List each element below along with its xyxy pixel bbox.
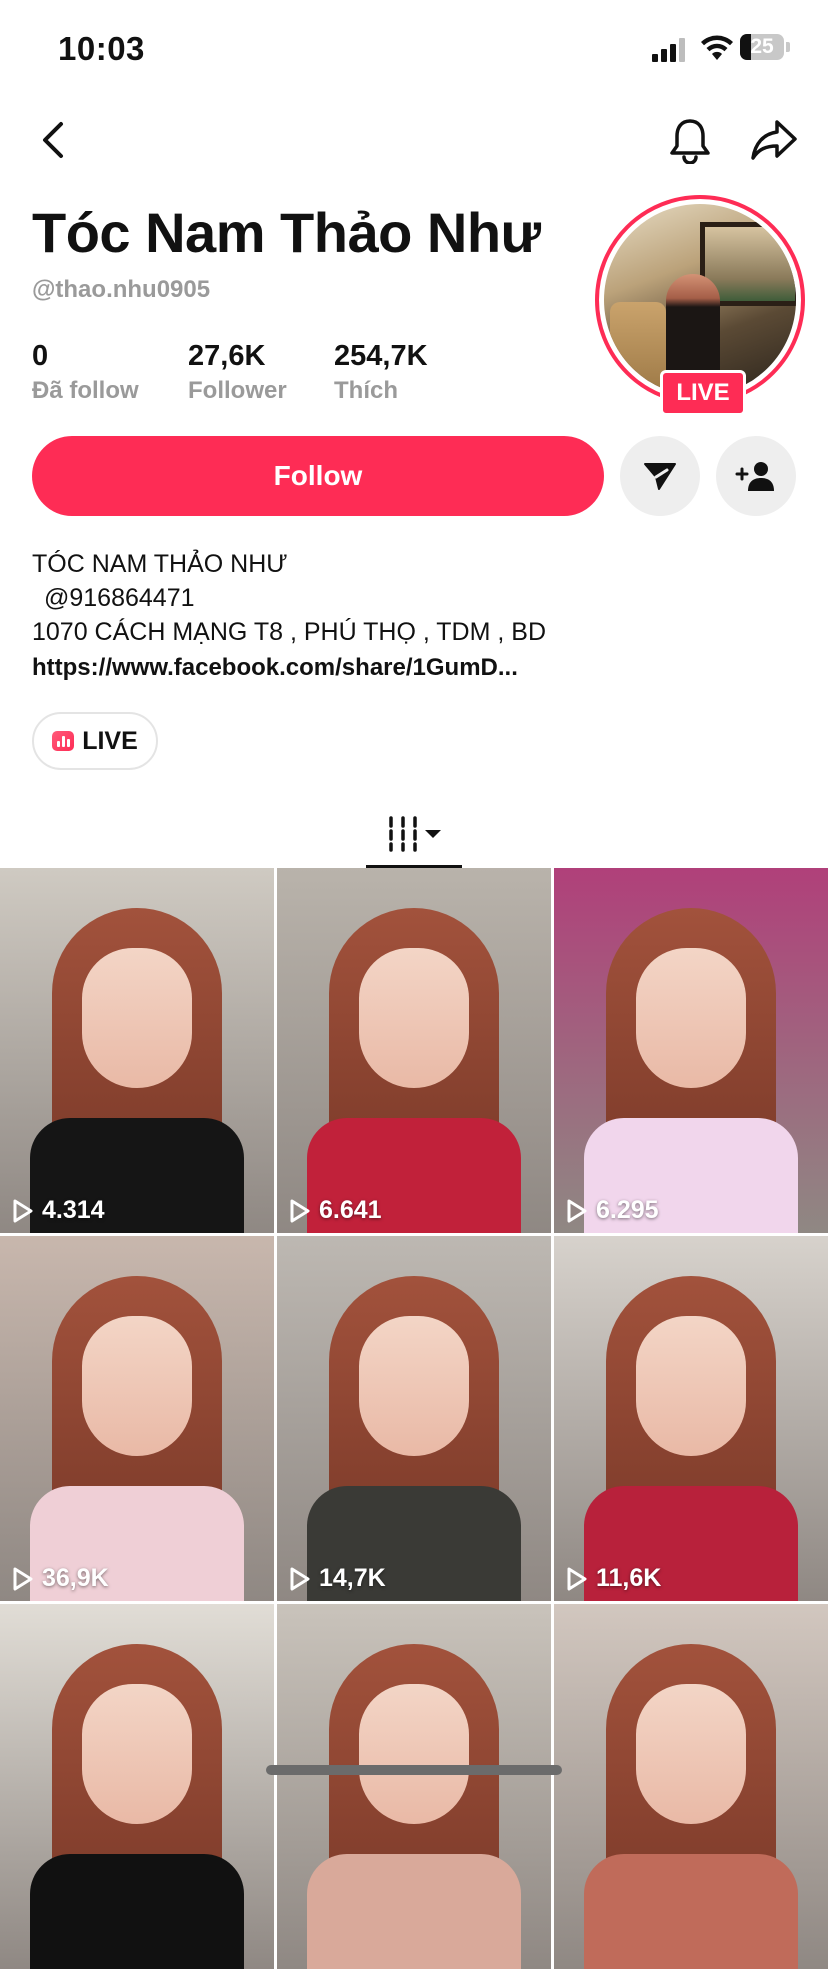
send-icon bbox=[644, 463, 676, 490]
thumbnail-face bbox=[359, 1316, 469, 1456]
thumbnail-outfit bbox=[30, 1854, 244, 1969]
live-badge[interactable]: LIVE bbox=[660, 370, 746, 416]
video-thumbnail[interactable]: 4.314 bbox=[0, 868, 274, 1233]
cellular-signal-icon bbox=[652, 38, 688, 62]
play-icon bbox=[13, 1199, 33, 1222]
bio-line: @916864471 bbox=[44, 584, 195, 612]
play-icon bbox=[13, 1567, 33, 1590]
battery-level: 25 bbox=[750, 35, 774, 58]
stat-label: Follower bbox=[188, 377, 287, 404]
avatar-image bbox=[604, 204, 796, 396]
bio-line: TÓC NAM THẢO NHƯ bbox=[32, 550, 288, 578]
chevron-left-icon bbox=[43, 122, 63, 158]
thumbnail-face bbox=[82, 948, 192, 1088]
video-thumbnail[interactable] bbox=[554, 1604, 828, 1969]
view-count-value: 11,6K bbox=[596, 1564, 662, 1592]
share-arrow-icon bbox=[751, 120, 797, 160]
view-count-value: 6.641 bbox=[319, 1196, 382, 1224]
view-count: 14,7K bbox=[289, 1564, 386, 1593]
live-chip[interactable]: LIVE bbox=[32, 712, 158, 770]
view-count-value: 6.295 bbox=[596, 1196, 659, 1224]
thumbnail-face bbox=[82, 1684, 192, 1824]
video-thumbnail[interactable]: 6.295 bbox=[554, 868, 828, 1233]
thumbnail-face bbox=[636, 948, 746, 1088]
home-indicator bbox=[266, 1765, 562, 1775]
share-button[interactable] bbox=[746, 112, 802, 168]
stat-following[interactable]: 0 Đã follow bbox=[32, 340, 139, 405]
view-count: 6.295 bbox=[566, 1196, 659, 1225]
thumbnail-face bbox=[82, 1316, 192, 1456]
video-thumbnail[interactable] bbox=[0, 1604, 274, 1969]
video-thumbnail[interactable]: 36,9K bbox=[0, 1236, 274, 1601]
live-chip-label: LIVE bbox=[82, 726, 138, 755]
thumbnail-face bbox=[359, 948, 469, 1088]
view-count: 36,9K bbox=[12, 1564, 109, 1593]
profile-name: Tóc Nam Thảo Như bbox=[32, 201, 541, 264]
bell-icon bbox=[670, 119, 710, 164]
tab-videos[interactable] bbox=[366, 800, 462, 868]
profile-handle: @thao.nhu0905 bbox=[32, 276, 211, 303]
video-thumbnail[interactable]: 11,6K bbox=[554, 1236, 828, 1601]
view-count: 4.314 bbox=[12, 1196, 105, 1225]
video-thumbnail[interactable] bbox=[277, 1604, 551, 1969]
play-icon bbox=[567, 1199, 587, 1222]
stat-followers[interactable]: 27,6K Follower bbox=[188, 340, 287, 405]
stat-value: 254,7K bbox=[334, 340, 428, 372]
grid-videos-icon bbox=[389, 816, 441, 852]
view-count-value: 36,9K bbox=[42, 1564, 109, 1592]
view-count: 11,6K bbox=[566, 1564, 661, 1593]
stat-likes[interactable]: 254,7K Thích bbox=[334, 340, 428, 405]
thumbnail-face bbox=[636, 1316, 746, 1456]
video-thumbnail[interactable]: 6.641 bbox=[277, 868, 551, 1233]
thumbnail-face bbox=[636, 1684, 746, 1824]
thumbnail-face bbox=[359, 1684, 469, 1824]
view-count-value: 14,7K bbox=[319, 1564, 386, 1592]
stat-label: Thích bbox=[334, 377, 398, 404]
add-user-icon bbox=[735, 462, 774, 491]
status-bar: 10:03 25 bbox=[0, 0, 828, 100]
live-icon bbox=[52, 731, 75, 751]
notification-bell-button[interactable] bbox=[662, 112, 718, 168]
stat-label: Đã follow bbox=[32, 377, 139, 404]
stat-value: 0 bbox=[32, 340, 49, 372]
wifi-icon bbox=[701, 35, 733, 60]
stat-value: 27,6K bbox=[188, 340, 266, 372]
bio-link[interactable]: https://www.facebook.com/share/1GumD... bbox=[32, 654, 592, 682]
message-button[interactable] bbox=[620, 436, 700, 516]
back-button[interactable] bbox=[26, 112, 82, 168]
thumbnail-outfit bbox=[584, 1854, 798, 1969]
bio-line: 1070 CÁCH MẠNG T8 , PHÚ THỌ , TDM , BD bbox=[32, 618, 547, 646]
status-time: 10:03 bbox=[58, 30, 145, 67]
play-icon bbox=[567, 1567, 587, 1590]
thumbnail-outfit bbox=[307, 1854, 521, 1969]
follow-button[interactable]: Follow bbox=[32, 436, 604, 516]
play-icon bbox=[290, 1567, 310, 1590]
play-icon bbox=[290, 1199, 310, 1222]
add-friend-button[interactable] bbox=[716, 436, 796, 516]
video-thumbnail[interactable]: 14,7K bbox=[277, 1236, 551, 1601]
battery-icon: 25 bbox=[740, 34, 790, 62]
view-count-value: 4.314 bbox=[42, 1196, 105, 1224]
view-count: 6.641 bbox=[289, 1196, 382, 1225]
